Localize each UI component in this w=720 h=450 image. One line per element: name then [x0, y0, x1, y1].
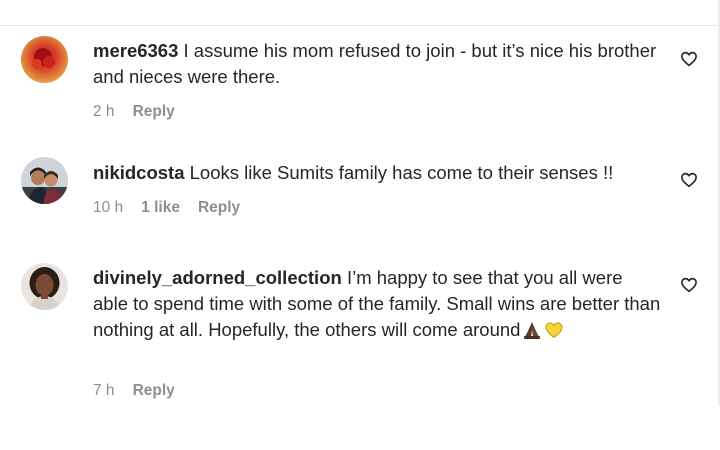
avatar[interactable] [21, 36, 68, 83]
heart-outline-icon [681, 172, 697, 188]
comment-time: 10 h [93, 199, 124, 216]
comment-username[interactable]: divinely_adorned_collection [93, 267, 342, 288]
folded-hands-emoji-icon [522, 320, 542, 340]
comment-meta: 2 h Reply [93, 103, 193, 121]
comment-body: divinely_adorned_collection I’m happy to… [93, 265, 661, 343]
comment-username[interactable]: nikidcosta [93, 162, 185, 183]
like-button[interactable] [680, 276, 698, 294]
top-divider [0, 25, 720, 26]
couple-photo-avatar-icon [21, 157, 68, 204]
reply-button[interactable]: Reply [133, 103, 175, 120]
comment-text: I assume his mom refused to join - but i… [93, 40, 657, 87]
woman-portrait-avatar-icon [21, 263, 68, 310]
avatar[interactable] [21, 263, 68, 310]
comment-time: 7 h [93, 382, 115, 399]
comment-body: nikidcosta Looks like Sumits family has … [93, 160, 661, 186]
comment-time: 2 h [93, 103, 115, 120]
heart-outline-icon [681, 51, 697, 67]
like-button[interactable] [680, 171, 698, 189]
comment-meta: 7 h Reply [93, 382, 193, 400]
comment-meta: 10 h 1 like Reply [93, 199, 258, 217]
comment-body: mere6363 I assume his mom refused to joi… [93, 38, 661, 90]
like-button[interactable] [680, 50, 698, 68]
heart-outline-icon [681, 277, 697, 293]
likes-count-button[interactable]: 1 like [141, 199, 180, 216]
avatar[interactable] [21, 157, 68, 204]
yellow-heart-emoji-icon [544, 320, 564, 340]
comment-username[interactable]: mere6363 [93, 40, 178, 61]
red-flower-avatar-icon [21, 36, 68, 83]
reply-button[interactable]: Reply [133, 382, 175, 399]
reply-button[interactable]: Reply [198, 199, 240, 216]
comment-text: Looks like Sumits family has come to the… [189, 162, 614, 183]
